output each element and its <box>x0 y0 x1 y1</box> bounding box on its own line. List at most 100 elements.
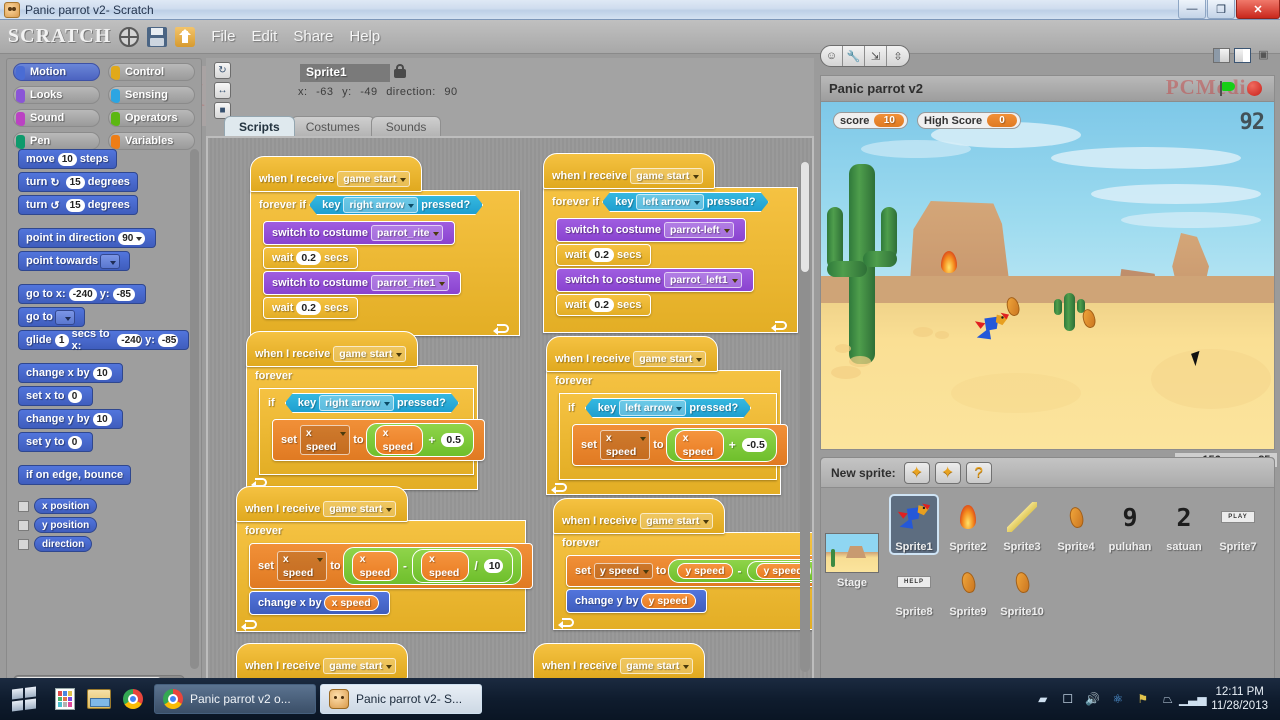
script-right-accel[interactable]: when I receive game start forever if key… <box>246 331 485 490</box>
palette-block-turn-ccw[interactable]: turn ↺ 15 degrees <box>18 195 138 215</box>
set-variable-block[interactable]: set y speed to y speed - y speed / 1 <box>566 555 812 587</box>
palette-block-if-on-edge-bounce[interactable]: if on edge, bounce <box>18 465 132 485</box>
message-dropdown[interactable]: game start <box>620 658 694 674</box>
bluetooth-icon[interactable]: ⚛ <box>1109 691 1126 708</box>
flip-horizontal-icon[interactable]: ↔ <box>214 82 231 99</box>
palette-block-point-in-direction[interactable]: point in direction 90 <box>18 228 157 248</box>
speaker-icon[interactable]: 🔊 <box>1084 691 1101 708</box>
costume-dropdown[interactable]: parrot_rite1 <box>370 275 450 291</box>
costume-dropdown[interactable]: parrot_left1 <box>663 272 742 288</box>
palette-block-turn-cw[interactable]: turn ↻ 15 degrees <box>18 172 138 192</box>
globe-icon[interactable] <box>119 26 140 47</box>
switch-to-costume-block[interactable]: switch to costume parrot-left <box>556 218 746 242</box>
palette-reporter-y-position[interactable]: y position <box>34 517 98 533</box>
sprite-tile-sprite3[interactable]: Sprite3 <box>997 494 1047 555</box>
forever-block[interactable]: forever set y speed to y speed - y speed… <box>553 532 812 630</box>
hat-when-i-receive[interactable]: when I receive game start <box>553 498 726 534</box>
script-partial-left[interactable]: when I receive game start <box>236 643 409 679</box>
script-y-friction[interactable]: when I receive game start forever set y … <box>553 498 812 630</box>
palette-block-set-y-to[interactable]: set y to 0 <box>18 432 93 452</box>
switch-to-costume-block[interactable]: switch to costume parrot_rite <box>263 221 456 245</box>
wait-block[interactable]: wait 0.2 secs <box>556 244 651 266</box>
layout-presentation-icon[interactable]: ▣ <box>1255 48 1272 63</box>
menu-share[interactable]: Share <box>293 28 333 45</box>
operand-field[interactable]: 0.5 <box>441 433 464 447</box>
key-dropdown[interactable]: right arrow <box>319 395 394 411</box>
hat-when-i-receive[interactable]: when I receive game start <box>533 643 706 679</box>
if-block[interactable]: if key left arrow pressed? set x speed t… <box>559 393 789 480</box>
addition-operator-block[interactable]: x speed + -0.5 <box>665 428 778 462</box>
forever-block[interactable]: forever if key right arrow pressed? set … <box>246 365 485 490</box>
direction-checkbox[interactable] <box>18 538 29 550</box>
key-dropdown[interactable]: left arrow <box>636 194 703 210</box>
import-sprite-icon[interactable]: ✦ <box>934 461 961 484</box>
hat-when-i-receive[interactable]: when I receive game start <box>543 153 716 189</box>
full-screen-icon[interactable]: ⇳ <box>887 46 909 66</box>
variable-reporter[interactable]: x speed <box>420 551 470 581</box>
costume-dropdown[interactable]: parrot_rite <box>370 225 444 241</box>
x-position-checkbox[interactable] <box>18 500 29 512</box>
key-pressed-bool[interactable]: key right arrow pressed? <box>285 393 459 413</box>
palette-reporter-direction[interactable]: direction <box>34 536 93 552</box>
watcher-score[interactable]: score 10 <box>833 112 909 129</box>
sprite-tile-puluhan[interactable]: 9 puluhan <box>1105 494 1155 555</box>
palette-block-change-y-by[interactable]: change y by 10 <box>18 409 123 429</box>
switch-to-costume-block[interactable]: switch to costume parrot_left1 <box>556 268 754 292</box>
forever-if-block[interactable]: forever if key left arrow pressed? switc… <box>543 187 798 333</box>
operand-field[interactable]: -0.5 <box>741 438 768 452</box>
variable-dropdown[interactable]: x speed <box>276 551 328 581</box>
forever-block[interactable]: forever set x speed to x speed - x speed… <box>236 520 534 632</box>
paint-new-sprite-icon[interactable]: ✦ <box>903 461 930 484</box>
message-dropdown[interactable]: game start <box>323 658 397 674</box>
wait-block[interactable]: wait 0.2 secs <box>263 297 358 319</box>
key-pressed-bool[interactable]: key left arrow pressed? <box>585 398 752 418</box>
variable-reporter[interactable]: x speed <box>374 425 424 455</box>
category-pen[interactable]: Pen <box>13 132 100 150</box>
save-icon[interactable] <box>147 26 168 47</box>
key-dropdown[interactable]: left arrow <box>619 400 686 416</box>
flame-sprite[interactable] <box>941 251 957 273</box>
rotate-icon[interactable]: ↻ <box>214 62 231 79</box>
key-pressed-bool[interactable]: key left arrow pressed? <box>602 192 769 212</box>
taskbar-task-chrome[interactable]: Panic parrot v2 o... <box>154 684 316 714</box>
switch-to-costume-block[interactable]: switch to costume parrot_rite1 <box>263 271 462 295</box>
usb-icon[interactable]: ⏢ <box>1159 691 1176 708</box>
sprite-tile-sprite4[interactable]: Sprite4 <box>1051 494 1101 555</box>
palette-block-glide[interactable]: glide 1 secs to x: -240 y: -85 <box>18 328 189 352</box>
category-sensing[interactable]: Sensing <box>108 86 195 104</box>
towards-dropdown[interactable] <box>100 253 120 269</box>
variable-dropdown[interactable]: y speed <box>593 563 654 579</box>
taskbar-clock[interactable]: 12:11 PM 11/28/2013 <box>1211 685 1268 713</box>
sprite-name-field[interactable]: Sprite1 <box>300 64 390 82</box>
palette-vertical-scrollbar[interactable] <box>190 149 199 669</box>
subtraction-operator-block[interactable]: y speed - y speed / 10 <box>668 559 812 583</box>
script-x-friction[interactable]: when I receive game start forever set x … <box>236 486 534 632</box>
palette-block-change-x-by[interactable]: change x by 10 <box>18 363 123 383</box>
layout-normal-icon[interactable] <box>1234 48 1251 63</box>
key-pressed-bool[interactable]: key right arrow pressed? <box>309 195 483 215</box>
variable-reporter[interactable]: x speed <box>674 430 724 460</box>
category-operators[interactable]: Operators <box>108 109 195 127</box>
y-position-checkbox[interactable] <box>18 519 29 531</box>
change-x-by-block[interactable]: change x by x speed <box>249 591 390 615</box>
parrot-sprite[interactable] <box>973 310 1011 344</box>
message-dropdown[interactable]: game start <box>323 501 397 517</box>
palette-block-point-towards[interactable]: point towards <box>18 251 130 271</box>
stage-tile[interactable]: Stage <box>821 489 883 691</box>
layout-small-icon[interactable] <box>1213 48 1230 63</box>
message-dropdown[interactable]: game start <box>640 513 714 529</box>
small-stage-icon[interactable]: 🔧 <box>843 46 865 66</box>
wait-secs-field[interactable]: 0.2 <box>589 298 615 312</box>
flag-icon[interactable]: ⚑ <box>1134 691 1151 708</box>
addition-operator-block[interactable]: x speed + 0.5 <box>365 423 474 457</box>
sprite-tile-sprite1[interactable]: Sprite1 <box>889 494 939 555</box>
key-dropdown[interactable]: right arrow <box>343 197 418 213</box>
category-variables[interactable]: Variables <box>108 132 195 150</box>
variable-dropdown[interactable]: x speed <box>599 430 651 460</box>
tab-scripts[interactable]: Scripts <box>224 116 295 136</box>
hat-when-i-receive[interactable]: when I receive game start <box>250 156 423 192</box>
tab-sounds[interactable]: Sounds <box>370 116 442 136</box>
lock-icon[interactable] <box>394 64 406 78</box>
scripts-canvas[interactable]: when I receive game start forever if key… <box>208 138 812 690</box>
message-dropdown[interactable]: game start <box>633 351 707 367</box>
